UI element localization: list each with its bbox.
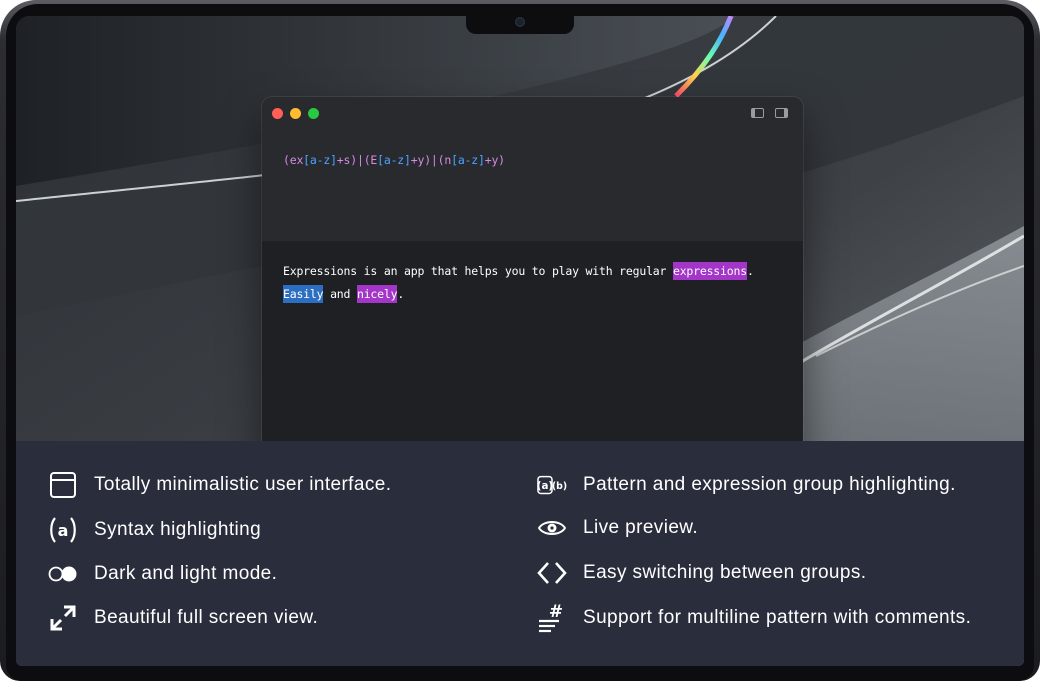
window-icon <box>48 470 78 500</box>
svg-text:(a): (a) <box>537 480 553 492</box>
feature-label: Beautiful full screen view. <box>94 607 319 628</box>
multiline-hash-icon: # <box>537 603 567 633</box>
feature-item: Easy switching between groups. <box>537 558 866 588</box>
svg-text:a: a <box>58 521 69 540</box>
feature-label: Syntax highlighting <box>94 519 262 540</box>
left-sidebar-toggle-icon[interactable] <box>751 108 764 118</box>
feature-item: (a) (b) Pattern and expression group high… <box>537 470 956 500</box>
test-text-plain: and <box>323 287 357 301</box>
feature-label: Live preview. <box>583 517 699 538</box>
pattern-char-class: [a-z] <box>377 153 411 167</box>
pattern-char-class: [a-z] <box>303 153 337 167</box>
code-brackets-icon <box>537 558 567 588</box>
feature-label: Dark and light mode. <box>94 563 278 584</box>
feature-item: Live preview. <box>537 513 698 543</box>
feature-item: Beautiful full screen view. <box>48 603 318 633</box>
feature-item: Totally minimalistic user interface. <box>48 470 391 500</box>
feature-item: Dark and light mode. <box>48 559 277 589</box>
match-highlight: Easily <box>283 285 324 303</box>
match-highlight: expressions <box>672 262 747 280</box>
pattern-group-token: (ex <box>283 153 304 167</box>
feature-item: # Support for multiline pattern with com… <box>537 603 971 633</box>
regex-pattern[interactable]: (ex[a-z]+s)|(E[a-z]+y)|(n[a-z]+y) <box>283 153 505 167</box>
toggle-icon <box>48 559 78 589</box>
test-text-pane[interactable]: Expressions is an app that helps you to … <box>262 241 803 457</box>
feature-label: Pattern and expression group highlightin… <box>583 474 956 495</box>
test-text-plain: Expressions is an app that helps you to … <box>283 264 673 278</box>
pattern-editor[interactable]: (ex[a-z]+s)|(E[a-z]+y)|(n[a-z]+y) <box>262 133 803 241</box>
test-text-plain: . <box>746 264 754 278</box>
group-highlight-icon: (a) (b) <box>537 470 567 500</box>
match-highlight: nicely <box>356 285 398 303</box>
feature-list-panel: Totally minimalistic user interface. a S… <box>16 441 1024 666</box>
pattern-char-class: [a-z] <box>451 153 485 167</box>
test-text[interactable]: Expressions is an app that helps you to … <box>283 260 754 306</box>
feature-label: Totally minimalistic user interface. <box>94 474 392 495</box>
svg-text:#: # <box>549 603 563 622</box>
expressions-app-window: (ex[a-z]+s)|(E[a-z]+y)|(n[a-z]+y) Expres… <box>262 97 803 457</box>
close-button[interactable] <box>272 108 283 119</box>
fullscreen-button[interactable] <box>308 108 319 119</box>
pattern-group-token: +y)|(n <box>410 153 452 167</box>
feature-label: Easy switching between groups. <box>583 562 867 583</box>
test-text-plain: . <box>397 287 405 301</box>
at-syntax-icon: a <box>48 515 78 545</box>
window-titlebar <box>262 97 803 133</box>
right-sidebar-toggle-icon[interactable] <box>775 108 788 118</box>
laptop-screen: (ex[a-z]+s)|(E[a-z]+y)|(n[a-z]+y) Expres… <box>16 16 1024 666</box>
pattern-group-token: +y) <box>484 153 505 167</box>
feature-item: a Syntax highlighting <box>48 515 261 545</box>
eye-icon <box>537 513 567 543</box>
feature-label: Support for multiline pattern with comme… <box>583 607 972 628</box>
pattern-group-token: +s)|(E <box>336 153 378 167</box>
expand-arrows-icon <box>48 603 78 633</box>
camera-icon <box>515 17 525 27</box>
svg-text:(b): (b) <box>552 481 567 492</box>
minimize-button[interactable] <box>290 108 301 119</box>
